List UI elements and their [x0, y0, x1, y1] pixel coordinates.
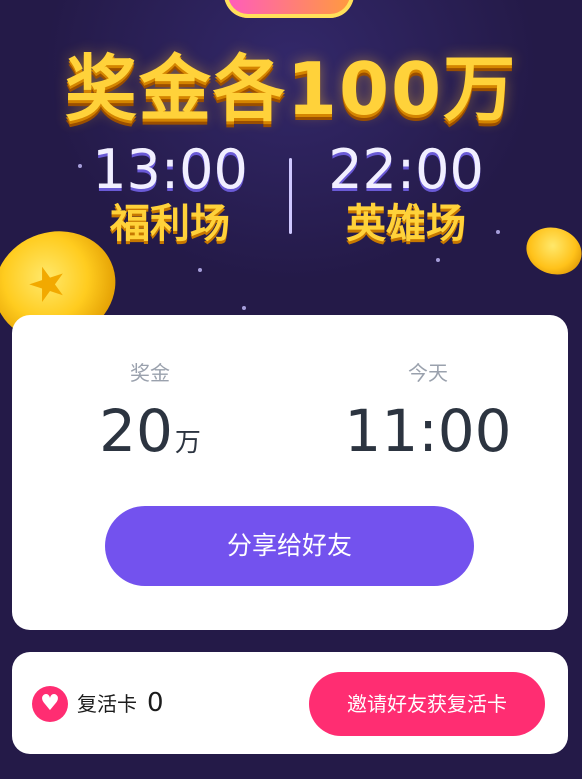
share-to-friends-button[interactable]: 分享给好友 — [105, 506, 474, 586]
prize-unit: 万 — [174, 428, 201, 458]
sparkle-star — [436, 258, 440, 262]
sparkle-star — [198, 268, 202, 272]
heart-icon: ♥ — [32, 686, 68, 722]
prize-card: 奖金 20万 今天 11:00 分享给好友 — [12, 315, 568, 630]
time-stat: 今天 11:00 — [328, 359, 528, 463]
invite-friends-button[interactable]: 邀请好友获复活卡 — [309, 672, 545, 736]
time-label: 今天 — [408, 361, 448, 385]
prize-value-line: 20万 — [50, 399, 250, 475]
hero-banner: 奖金各100万 13:00 福利场 22:00 英雄场 ★ — [0, 0, 582, 357]
session-divider — [289, 158, 292, 234]
star-icon: ★ — [19, 251, 76, 316]
session-welfare: 13:00 福利场 — [70, 140, 270, 248]
session-time: 13:00 — [92, 138, 248, 201]
revive-card: ♥ 复活卡 0 邀请好友获复活卡 — [12, 652, 568, 754]
revive-card-count: 0 — [147, 688, 164, 718]
session-name: 福利场 — [110, 201, 230, 247]
prize-value: 20 — [99, 397, 173, 465]
time-value: 11:00 — [344, 397, 512, 465]
headline: 奖金各100万 — [64, 47, 518, 131]
prize-label: 奖金 — [130, 361, 170, 385]
session-name: 英雄场 — [346, 201, 466, 247]
session-hero: 22:00 英雄场 — [306, 140, 506, 248]
logo-fragment — [224, 0, 354, 18]
prize-stat: 奖金 20万 — [50, 359, 250, 475]
session-time: 22:00 — [328, 138, 484, 201]
sessions-row: 13:00 福利场 22:00 英雄场 — [0, 140, 582, 250]
sparkle-star — [242, 306, 246, 310]
revive-card-label: 复活卡 — [77, 692, 137, 716]
